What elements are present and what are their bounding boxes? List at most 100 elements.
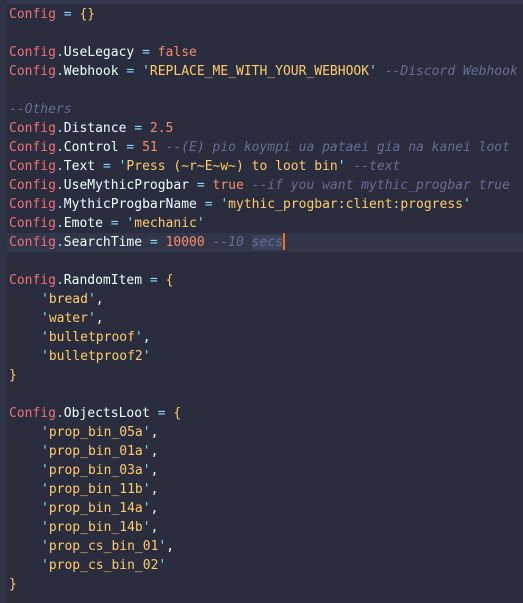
token-variable: Config [9,45,56,60]
code-editor[interactable]: Config = {} Config.UseLegacy = false Con… [7,5,523,594]
code-line: 'bulletproof', [41,330,151,345]
token-variable: Config [9,406,56,421]
token-number: 10000 [165,235,205,250]
token-comma: , [150,444,159,459]
token-string: mechanic [134,216,197,231]
token-string: bread [48,292,88,307]
token-comment: --(E) pio koympi ua pataei gia na kanei … [165,140,510,155]
token-property: MythicProgbarName [63,197,197,212]
token-comment: --10 [212,235,252,250]
code-line: Config.MythicProgbarName = 'mythic_progb… [9,197,471,212]
code-line: --Others [9,100,523,119]
token-string: prop_bin_14b [48,520,143,535]
token-brace: {} [79,7,96,22]
token-operator: = [157,406,166,421]
token-property: RandomItem [63,273,143,288]
token-string: water [48,311,88,326]
code-line: Config.UseLegacy = false [9,45,197,60]
token-variable: Config [9,121,56,136]
token-comma: , [150,520,159,535]
token-string: bulletproof2 [48,349,143,364]
code-line: Config.RandomItem = { [9,273,174,288]
token-brace: { [165,273,174,288]
token-property: UseLegacy [63,45,135,60]
token-property: UseMythicProgbar [63,178,190,193]
token-variable: Config [9,197,56,212]
code-line: Config.UseMythicProgbar = true --if you … [9,178,510,193]
token-comment: --Discord Webhook [384,64,518,79]
token-property: Text [63,159,96,174]
token-variable: Config [9,159,56,174]
token-property: Emote [63,216,103,231]
code-line: Config = {} [9,5,523,24]
token-operator: = [134,121,143,136]
token-comma: , [95,311,104,326]
code-line: Config.Distance = 2.5 [9,121,174,136]
code-line: Config.Text = 'Press (~r~E~w~) to loot b… [9,159,401,174]
code-line: Config.ObjectsLoot = { [9,406,182,421]
token-number: 51 [142,140,158,155]
code-line: Config.Webhook = 'REPLACE_ME_WITH_YOUR_W… [9,64,518,79]
token-string: prop_bin_14a [48,501,143,516]
code-line: Config.Emote = 'mechanic' [9,216,205,231]
token-variable: Config [9,7,56,22]
token-brace: } [9,577,17,592]
code-line: 'prop_bin_11b', [41,482,159,497]
token-variable: Config [9,235,56,250]
token-string: Press (~r~E~w~) to loot bin [126,159,338,174]
editor-gutter [0,0,7,603]
token-string: prop_bin_03a [48,463,143,478]
token-operator: = [142,45,150,60]
token-property: Webhook [63,64,119,79]
token-string: prop_bin_05a [48,425,143,440]
token-string: prop_bin_01a [48,444,143,459]
token-comment: --Others [9,102,72,117]
code-line: 'prop_bin_03a', [41,463,159,478]
token-property: Distance [63,121,127,136]
token-string: prop_cs_bin_02 [48,558,159,573]
selected-word: secs [251,235,283,250]
token-brace: } [9,368,17,383]
token-operator: = [204,197,213,212]
token-comma: , [150,425,159,440]
token-string: prop_bin_11b [48,482,143,497]
token-variable: Config [9,273,56,288]
token-variable: Config [9,64,56,79]
token-variable: Config [9,178,56,193]
token-operator: = [196,178,205,193]
token-variable: Config [9,140,56,155]
token-string: mythic_progbar:client:progress [228,197,463,212]
token-brace: { [173,406,182,421]
token-operator: = [110,216,119,231]
token-string: prop_cs_bin_01 [48,539,159,554]
token-comment: --if you want mythic_progbar true [251,178,510,193]
code-line: 'prop_bin_01a', [41,444,159,459]
code-line: 'prop_cs_bin_01', [41,539,175,554]
code-line: 'prop_bin_05a', [41,425,159,440]
token-number: 2.5 [149,121,174,136]
token-boolean: false [157,45,197,60]
token-comma: , [150,482,159,497]
token-property: ObjectsLoot [63,406,150,421]
code-line: 'prop_bin_14b', [41,520,159,535]
token-comma: , [150,501,159,516]
text-cursor [282,232,285,250]
code-line: 'prop_cs_bin_02' [41,558,167,573]
code-line: } [9,366,523,385]
editor-top-bar [0,0,523,4]
token-comma: , [142,330,151,345]
token-property: Control [63,140,119,155]
code-line: } [9,575,523,594]
token-variable: Config [9,216,56,231]
token-property: SearchTime [63,235,143,250]
token-comma: , [166,539,175,554]
code-line: 'bulletproof2' [41,349,151,364]
token-operator: = [102,159,111,174]
code-line-current: Config.SearchTime = 10000 --10 secs [7,232,523,252]
code-line: Config.Control = 51 --(E) pio koympi ua … [9,140,510,155]
token-operator: = [63,7,72,22]
